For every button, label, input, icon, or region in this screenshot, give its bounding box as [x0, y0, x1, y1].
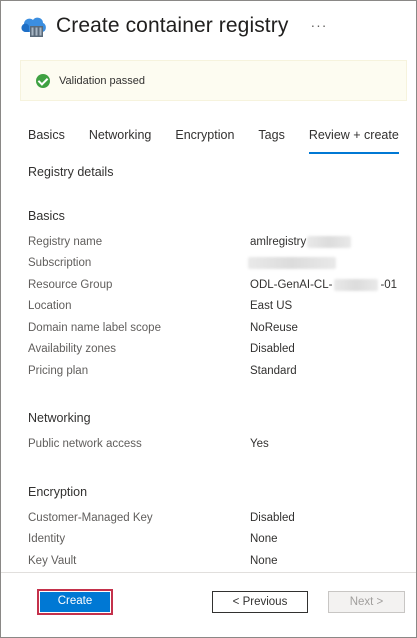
registry-name-row: Registry name amlregistry	[28, 236, 408, 254]
domain-scope-label: Domain name label scope	[28, 322, 161, 334]
registry-name-text: amlregistry	[250, 236, 307, 249]
availability-zones-row: Availability zones Disabled	[28, 343, 408, 361]
previous-button[interactable]: < Previous	[212, 591, 308, 613]
domain-scope-row: Domain name label scope NoReuse	[28, 322, 408, 340]
container-registry-icon	[18, 12, 48, 40]
subscription-value	[248, 257, 336, 269]
validation-banner: Validation passed	[20, 60, 407, 101]
success-check-icon	[36, 73, 50, 88]
redacted-block	[248, 257, 336, 269]
create-button[interactable]: Create	[40, 592, 110, 612]
tab-review-create[interactable]: Review + create	[308, 128, 399, 154]
next-button[interactable]: Next >	[328, 591, 405, 613]
encryption-heading: Encryption	[28, 485, 88, 499]
redacted-block	[334, 279, 379, 291]
subscription-row: Subscription	[28, 257, 408, 275]
resource-group-value: ODL-GenAI-CL- -01	[250, 279, 397, 291]
domain-scope-value: NoReuse	[250, 322, 298, 334]
location-value: East US	[250, 300, 293, 312]
create-button-highlight: Create	[37, 589, 113, 615]
resource-group-suffix: -01	[380, 279, 398, 292]
basics-heading: Basics	[28, 209, 65, 223]
validation-status-text: Validation passed	[59, 74, 146, 87]
key-vault-value: None	[250, 555, 278, 567]
networking-heading: Networking	[28, 411, 91, 425]
registry-name-label: Registry name	[28, 236, 103, 248]
cmk-value: Disabled	[250, 512, 295, 524]
more-options-icon[interactable]: ···	[310, 17, 327, 33]
availability-zones-label: Availability zones	[28, 343, 117, 355]
wizard-tabs: Basics Networking Encryption Tags Review…	[28, 128, 399, 154]
identity-label: Identity	[28, 533, 66, 545]
resource-group-prefix: ODL-GenAI-CL-	[250, 279, 333, 292]
subscription-label: Subscription	[28, 257, 92, 269]
identity-row: Identity None	[28, 533, 408, 551]
pricing-plan-value: Standard	[250, 365, 297, 377]
cmk-row: Customer-Managed Key Disabled	[28, 512, 408, 530]
registry-details-heading: Registry details	[28, 165, 114, 179]
availability-zones-value: Disabled	[250, 343, 295, 355]
public-access-label: Public network access	[28, 438, 142, 450]
key-vault-label: Key Vault	[28, 555, 77, 567]
redacted-block	[307, 236, 352, 248]
registry-name-value: amlregistry	[250, 236, 352, 249]
identity-value: None	[250, 533, 278, 545]
blade-header: Create container registry ···	[18, 8, 408, 44]
location-label: Location	[28, 300, 72, 312]
tab-networking[interactable]: Networking	[89, 128, 152, 154]
resource-group-label: Resource Group	[28, 279, 113, 291]
tab-basics[interactable]: Basics	[28, 128, 65, 154]
footer-divider	[1, 572, 416, 573]
public-access-row: Public network access Yes	[28, 438, 408, 456]
tab-tags[interactable]: Tags	[258, 128, 284, 154]
resource-group-row: Resource Group ODL-GenAI-CL- -01	[28, 279, 408, 297]
cmk-label: Customer-Managed Key	[28, 512, 153, 524]
pricing-plan-row: Pricing plan Standard	[28, 365, 408, 383]
key-vault-row: Key Vault None	[28, 555, 408, 573]
public-access-value: Yes	[250, 438, 269, 450]
pricing-plan-label: Pricing plan	[28, 365, 89, 377]
location-row: Location East US	[28, 300, 408, 318]
tab-encryption[interactable]: Encryption	[175, 128, 234, 154]
page-title: Create container registry	[56, 14, 289, 37]
